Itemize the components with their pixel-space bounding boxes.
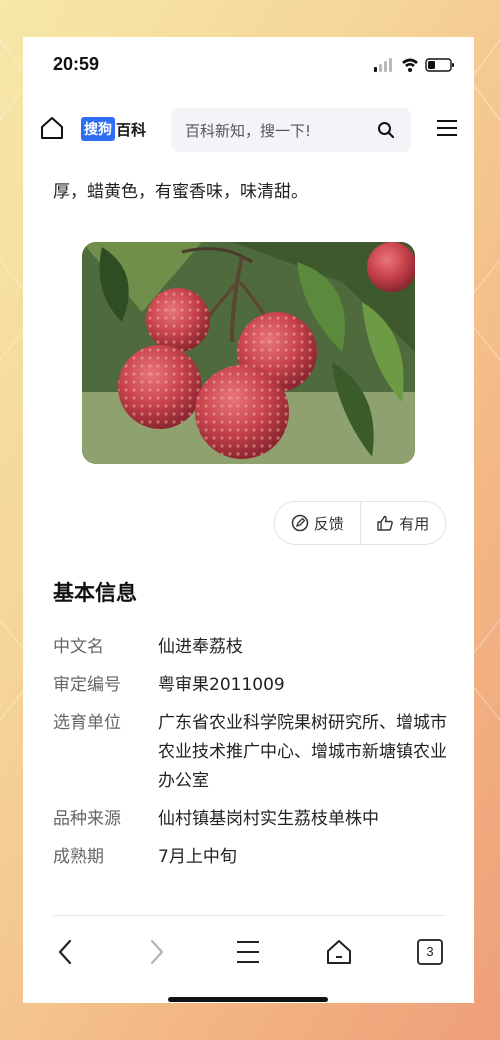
search-icon[interactable] xyxy=(377,121,395,139)
status-time: 20:59 xyxy=(53,54,100,74)
feedback-button[interactable]: 反馈 xyxy=(275,502,360,544)
info-key: 中文名 xyxy=(53,637,104,657)
info-value: 粤审果2011009 xyxy=(158,675,285,695)
feedback-group: 反馈 有用 xyxy=(274,501,446,545)
edit-icon xyxy=(291,514,308,532)
info-row: 中文名 仙进奉荔枝 xyxy=(53,633,453,662)
info-row: 审定编号 粤审果2011009 xyxy=(53,671,453,700)
menu-icon[interactable] xyxy=(436,118,458,138)
info-value: 广东省农业科学院果树研究所、增城市农业技术推广中心、增城市新塘镇农业办公室 xyxy=(158,713,447,791)
sogou-baike-logo[interactable]: 搜狗 百科 xyxy=(81,117,147,141)
info-row: 成熟期 7月上中旬 xyxy=(53,843,453,872)
top-nav: 搜狗 百科 百科新知，搜一下! xyxy=(23,103,474,155)
tabs-count-button[interactable]: 3 xyxy=(417,939,443,965)
lychee-photo xyxy=(82,242,415,464)
back-icon[interactable] xyxy=(51,937,81,967)
menu-lines-icon[interactable] xyxy=(233,937,263,967)
signal-icon xyxy=(374,58,392,72)
feedback-label: 反馈 xyxy=(313,514,344,533)
battery-icon xyxy=(425,58,454,72)
info-row: 选育单位 广东省农业科学院果树研究所、增城市农业技术推广中心、增城市新塘镇农业办… xyxy=(53,709,453,796)
phone-screen: 20:59 搜狗 百科 百科新知，搜一下! 厚，蜡黄色，有蜜香味，味清甜。 反馈… xyxy=(23,37,474,1003)
useful-button[interactable]: 有用 xyxy=(359,502,446,544)
divider xyxy=(53,915,445,916)
thumbs-up-icon xyxy=(377,515,394,531)
basic-info-title: 基本信息 xyxy=(53,581,137,605)
status-icons xyxy=(374,58,454,72)
search-placeholder: 百科新知，搜一下! xyxy=(185,122,312,140)
status-bar: 20:59 xyxy=(23,37,474,91)
home-icon[interactable] xyxy=(39,115,65,141)
home-indicator xyxy=(168,997,328,1002)
logo-text: 百科 xyxy=(116,120,147,139)
forward-icon[interactable] xyxy=(141,937,171,967)
info-key: 品种来源 xyxy=(53,809,121,829)
info-key: 审定编号 xyxy=(53,675,121,695)
info-key: 成熟期 xyxy=(53,847,104,867)
wifi-icon xyxy=(402,58,418,72)
info-key: 选育单位 xyxy=(53,713,121,733)
info-value: 7月上中旬 xyxy=(158,847,237,867)
useful-label: 有用 xyxy=(399,514,430,533)
browser-home-icon[interactable] xyxy=(324,937,354,967)
info-value: 仙村镇基岗村实生荔枝单株中 xyxy=(158,809,379,829)
info-value: 仙进奉荔枝 xyxy=(158,637,243,657)
article-lead-text: 厚，蜡黄色，有蜜香味，味清甜。 xyxy=(53,182,308,202)
logo-badge: 搜狗 xyxy=(81,117,115,141)
search-input[interactable]: 百科新知，搜一下! xyxy=(171,108,411,152)
info-row: 品种来源 仙村镇基岗村实生荔枝单株中 xyxy=(53,805,453,834)
